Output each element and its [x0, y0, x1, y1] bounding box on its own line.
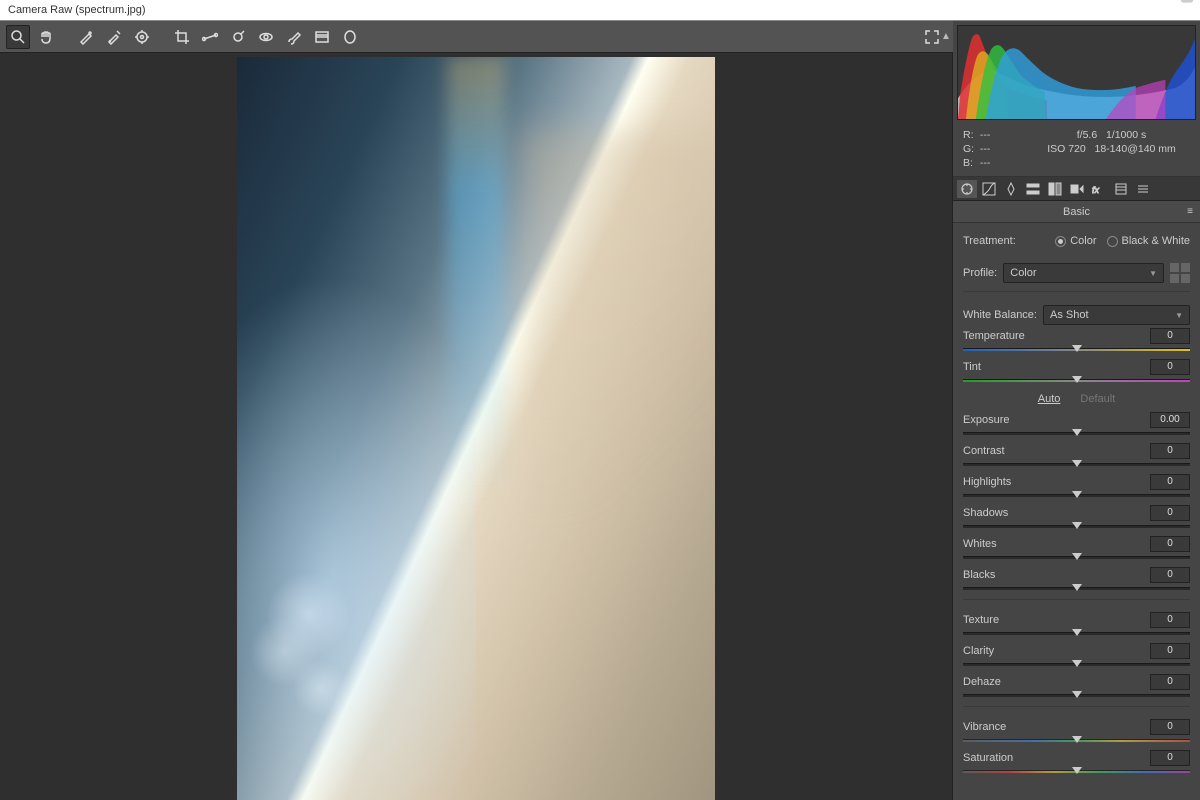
- spot-removal-tool[interactable]: [226, 25, 250, 49]
- shadows-label: Shadows: [963, 507, 1008, 519]
- histogram[interactable]: [957, 25, 1196, 120]
- tint-value[interactable]: 0: [1150, 359, 1190, 375]
- tab-hsl[interactable]: [1023, 180, 1043, 198]
- adjustment-brush-tool[interactable]: [282, 25, 306, 49]
- red-eye-tool[interactable]: [254, 25, 278, 49]
- app-frame: ▲ R: --- G: --- B: --- f/5.6 1/1000 s: [0, 21, 1200, 800]
- wb-value: As Shot: [1050, 309, 1089, 321]
- target-adjust-tool[interactable]: [130, 25, 154, 49]
- treatment-color-text: Color: [1070, 235, 1096, 247]
- dehaze-value[interactable]: 0: [1150, 674, 1190, 690]
- exif-b: ---: [980, 156, 994, 170]
- wb-select[interactable]: As Shot▼: [1043, 305, 1190, 325]
- temperature-slider[interactable]: [963, 346, 1190, 354]
- highlights-label: Highlights: [963, 476, 1011, 488]
- clarity-slider[interactable]: [963, 661, 1190, 669]
- graduated-filter-tool[interactable]: [310, 25, 334, 49]
- whites-value[interactable]: 0: [1150, 536, 1190, 552]
- tab-fx[interactable]: fx: [1089, 180, 1109, 198]
- tab-basic[interactable]: [957, 180, 977, 198]
- blacks-value[interactable]: 0: [1150, 567, 1190, 583]
- auto-button[interactable]: Auto: [1038, 393, 1061, 405]
- profile-value: Color: [1010, 267, 1036, 279]
- default-button[interactable]: Default: [1080, 393, 1115, 405]
- exif-g: ---: [980, 142, 994, 156]
- profile-label: Profile:: [963, 267, 997, 279]
- scroll-up-icon[interactable]: ▲: [939, 21, 953, 53]
- main-pane: [0, 21, 952, 800]
- treatment-bw-radio[interactable]: Black & White: [1107, 235, 1190, 247]
- panel-title-text: Basic: [1063, 206, 1090, 218]
- straighten-tool[interactable]: [198, 25, 222, 49]
- tab-detail[interactable]: [1001, 180, 1021, 198]
- tab-curve[interactable]: [979, 180, 999, 198]
- highlights-slider[interactable]: [963, 492, 1190, 500]
- radial-filter-tool[interactable]: [338, 25, 362, 49]
- contrast-slider[interactable]: [963, 461, 1190, 469]
- profile-select[interactable]: Color▼: [1003, 263, 1164, 283]
- color-sampler-tool[interactable]: [102, 25, 126, 49]
- hand-tool[interactable]: [34, 25, 58, 49]
- tab-presets[interactable]: [1133, 180, 1153, 198]
- canvas[interactable]: [0, 53, 952, 800]
- contrast-value[interactable]: 0: [1150, 443, 1190, 459]
- toolbar: [0, 21, 952, 53]
- exif-aperture: f/5.6: [1077, 129, 1097, 141]
- basic-panel: Treatment: Color Black & White Profile: …: [953, 223, 1200, 800]
- exposure-value[interactable]: 0.00: [1150, 412, 1190, 428]
- zoom-tool[interactable]: [6, 25, 30, 49]
- saturation-label: Saturation: [963, 752, 1013, 764]
- treatment-color-radio[interactable]: Color: [1055, 235, 1096, 247]
- tab-calibration[interactable]: [1111, 180, 1131, 198]
- whites-label: Whites: [963, 538, 997, 550]
- tab-lens[interactable]: [1067, 180, 1087, 198]
- window-title: Camera Raw (spectrum.jpg): [0, 0, 1200, 21]
- vibrance-label: Vibrance: [963, 721, 1006, 733]
- tint-label: Tint: [963, 361, 981, 373]
- exif-iso: ISO 720: [1047, 143, 1086, 155]
- shadows-value[interactable]: 0: [1150, 505, 1190, 521]
- contrast-label: Contrast: [963, 445, 1005, 457]
- dehaze-label: Dehaze: [963, 676, 1001, 688]
- panel-menu-icon[interactable]: ≡: [1187, 206, 1194, 217]
- panel-title: Basic ≡: [953, 201, 1200, 223]
- crop-tool[interactable]: [170, 25, 194, 49]
- vibrance-value[interactable]: 0: [1150, 719, 1190, 735]
- side-panel: ▲ R: --- G: --- B: --- f/5.6 1/1000 s: [952, 21, 1200, 800]
- highlights-value[interactable]: 0: [1150, 474, 1190, 490]
- texture-slider[interactable]: [963, 630, 1190, 638]
- clarity-label: Clarity: [963, 645, 994, 657]
- exif-r: ---: [980, 128, 994, 142]
- exposure-slider[interactable]: [963, 430, 1190, 438]
- white-balance-tool[interactable]: [74, 25, 98, 49]
- profile-browser-icon[interactable]: [1170, 263, 1190, 283]
- texture-value[interactable]: 0: [1150, 612, 1190, 628]
- blacks-slider[interactable]: [963, 585, 1190, 593]
- treatment-label: Treatment:: [963, 235, 1016, 247]
- preview-image: [237, 57, 715, 800]
- exif-readout: R: --- G: --- B: --- f/5.6 1/1000 s ISO …: [953, 124, 1200, 177]
- clarity-value[interactable]: 0: [1150, 643, 1190, 659]
- whites-slider[interactable]: [963, 554, 1190, 562]
- saturation-slider[interactable]: [963, 768, 1190, 776]
- temperature-value[interactable]: 0: [1150, 328, 1190, 344]
- texture-label: Texture: [963, 614, 999, 626]
- tint-slider[interactable]: [963, 377, 1190, 385]
- exif-lens: 18-140@140 mm: [1095, 143, 1176, 155]
- blacks-label: Blacks: [963, 569, 995, 581]
- dehaze-slider[interactable]: [963, 692, 1190, 700]
- tab-split[interactable]: [1045, 180, 1065, 198]
- exif-shutter: 1/1000 s: [1106, 129, 1146, 141]
- treatment-bw-text: Black & White: [1122, 235, 1190, 247]
- vibrance-slider[interactable]: [963, 737, 1190, 745]
- svg-text:fx: fx: [1092, 185, 1100, 195]
- exposure-label: Exposure: [963, 414, 1009, 426]
- cloud-icon[interactable]: [1180, 0, 1194, 10]
- shadows-slider[interactable]: [963, 523, 1190, 531]
- temperature-label: Temperature: [963, 330, 1025, 342]
- saturation-value[interactable]: 0: [1150, 750, 1190, 766]
- wb-label: White Balance:: [963, 309, 1037, 321]
- panel-tabs: fx: [953, 177, 1200, 201]
